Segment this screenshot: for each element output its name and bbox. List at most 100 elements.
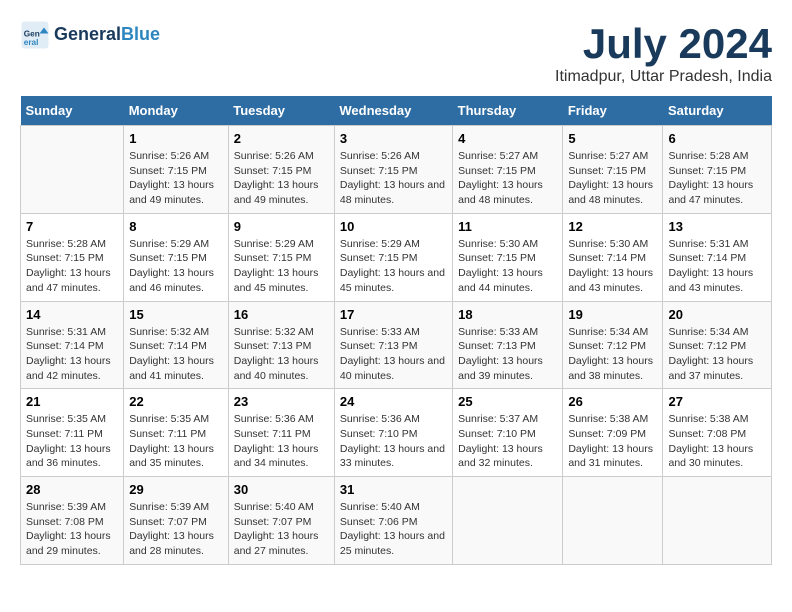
day-cell: 1 Sunrise: 5:26 AMSunset: 7:15 PMDaylight… [124, 126, 229, 214]
day-info: Sunrise: 5:28 AMSunset: 7:15 PMDaylight:… [668, 149, 766, 208]
day-cell: 28Sunrise: 5:39 AMSunset: 7:08 PMDayligh… [21, 477, 124, 565]
day-info: Sunrise: 5:29 AMSunset: 7:15 PMDaylight:… [234, 237, 329, 296]
day-number: 1 [129, 131, 223, 146]
day-number: 29 [129, 482, 223, 497]
day-cell [453, 477, 563, 565]
day-info: Sunrise: 5:32 AMSunset: 7:13 PMDaylight:… [234, 325, 329, 384]
week-row-1: 1 Sunrise: 5:26 AMSunset: 7:15 PMDaylight… [21, 126, 772, 214]
week-row-2: 7 Sunrise: 5:28 AMSunset: 7:15 PMDaylight… [21, 213, 772, 301]
day-cell: 12 Sunrise: 5:30 AMSunset: 7:14 PMDayligh… [563, 213, 663, 301]
day-cell: 10 Sunrise: 5:29 AMSunset: 7:15 PMDayligh… [334, 213, 452, 301]
day-cell: 3 Sunrise: 5:26 AMSunset: 7:15 PMDaylight… [334, 126, 452, 214]
day-info: Sunrise: 5:37 AMSunset: 7:10 PMDaylight:… [458, 412, 557, 471]
week-row-4: 21 Sunrise: 5:35 AMSunset: 7:11 PMDayligh… [21, 389, 772, 477]
day-number: 25 [458, 394, 557, 409]
day-cell: 25 Sunrise: 5:37 AMSunset: 7:10 PMDayligh… [453, 389, 563, 477]
day-info: Sunrise: 5:38 AMSunset: 7:09 PMDaylight:… [568, 412, 657, 471]
day-info: Sunrise: 5:38 AMSunset: 7:08 PMDaylight:… [668, 412, 766, 471]
day-number: 9 [234, 219, 329, 234]
header-cell-tuesday: Tuesday [228, 96, 334, 126]
day-number: 17 [340, 307, 447, 322]
day-number: 19 [568, 307, 657, 322]
day-cell: 19Sunrise: 5:34 AMSunset: 7:12 PMDayligh… [563, 301, 663, 389]
day-number: 2 [234, 131, 329, 146]
day-info: Sunrise: 5:26 AMSunset: 7:15 PMDaylight:… [234, 149, 329, 208]
day-cell [663, 477, 772, 565]
header-cell-monday: Monday [124, 96, 229, 126]
day-number: 12 [568, 219, 657, 234]
day-number: 22 [129, 394, 223, 409]
week-row-3: 14 Sunrise: 5:31 AMSunset: 7:14 PMDayligh… [21, 301, 772, 389]
subtitle: Itimadpur, Uttar Pradesh, India [555, 68, 772, 86]
day-info: Sunrise: 5:31 AMSunset: 7:14 PMDaylight:… [668, 237, 766, 296]
day-cell: 5 Sunrise: 5:27 AMSunset: 7:15 PMDaylight… [563, 126, 663, 214]
day-number: 20 [668, 307, 766, 322]
day-cell: 13 Sunrise: 5:31 AMSunset: 7:14 PMDayligh… [663, 213, 772, 301]
main-title: July 2024 [555, 20, 772, 68]
day-info: Sunrise: 5:26 AMSunset: 7:15 PMDaylight:… [129, 149, 223, 208]
header-cell-thursday: Thursday [453, 96, 563, 126]
day-cell: 30 Sunrise: 5:40 AMSunset: 7:07 PMDayligh… [228, 477, 334, 565]
day-cell: 6 Sunrise: 5:28 AMSunset: 7:15 PMDaylight… [663, 126, 772, 214]
day-cell: 4Sunrise: 5:27 AMSunset: 7:15 PMDaylight… [453, 126, 563, 214]
day-info: Sunrise: 5:35 AMSunset: 7:11 PMDaylight:… [129, 412, 223, 471]
day-cell: 23 Sunrise: 5:36 AMSunset: 7:11 PMDayligh… [228, 389, 334, 477]
logo-icon: Gen eral [20, 20, 50, 50]
day-info: Sunrise: 5:34 AMSunset: 7:12 PMDaylight:… [668, 325, 766, 384]
day-info: Sunrise: 5:39 AMSunset: 7:08 PMDaylight:… [26, 500, 118, 559]
day-number: 7 [26, 219, 118, 234]
calendar-body: 1 Sunrise: 5:26 AMSunset: 7:15 PMDaylight… [21, 126, 772, 565]
day-cell: 29 Sunrise: 5:39 AMSunset: 7:07 PMDayligh… [124, 477, 229, 565]
day-cell [21, 126, 124, 214]
logo: Gen eral GeneralBlue [20, 20, 160, 50]
day-info: Sunrise: 5:28 AMSunset: 7:15 PMDaylight:… [26, 237, 118, 296]
title-block: July 2024 Itimadpur, Uttar Pradesh, Indi… [555, 20, 772, 86]
day-cell: 7 Sunrise: 5:28 AMSunset: 7:15 PMDaylight… [21, 213, 124, 301]
day-info: Sunrise: 5:35 AMSunset: 7:11 PMDaylight:… [26, 412, 118, 471]
day-number: 30 [234, 482, 329, 497]
day-info: Sunrise: 5:36 AMSunset: 7:10 PMDaylight:… [340, 412, 447, 471]
day-info: Sunrise: 5:36 AMSunset: 7:11 PMDaylight:… [234, 412, 329, 471]
day-info: Sunrise: 5:31 AMSunset: 7:14 PMDaylight:… [26, 325, 118, 384]
day-info: Sunrise: 5:29 AMSunset: 7:15 PMDaylight:… [340, 237, 447, 296]
day-info: Sunrise: 5:26 AMSunset: 7:15 PMDaylight:… [340, 149, 447, 208]
header-cell-saturday: Saturday [663, 96, 772, 126]
day-cell: 16 Sunrise: 5:32 AMSunset: 7:13 PMDayligh… [228, 301, 334, 389]
day-cell: 31Sunrise: 5:40 AMSunset: 7:06 PMDayligh… [334, 477, 452, 565]
day-number: 18 [458, 307, 557, 322]
header-cell-friday: Friday [563, 96, 663, 126]
day-cell: 27Sunrise: 5:38 AMSunset: 7:08 PMDayligh… [663, 389, 772, 477]
day-number: 3 [340, 131, 447, 146]
day-number: 6 [668, 131, 766, 146]
day-cell: 20 Sunrise: 5:34 AMSunset: 7:12 PMDayligh… [663, 301, 772, 389]
day-info: Sunrise: 5:30 AMSunset: 7:14 PMDaylight:… [568, 237, 657, 296]
day-info: Sunrise: 5:33 AMSunset: 7:13 PMDaylight:… [340, 325, 447, 384]
day-info: Sunrise: 5:40 AMSunset: 7:07 PMDaylight:… [234, 500, 329, 559]
day-cell: 9 Sunrise: 5:29 AMSunset: 7:15 PMDaylight… [228, 213, 334, 301]
day-number: 16 [234, 307, 329, 322]
header-cell-sunday: Sunday [21, 96, 124, 126]
day-cell: 24Sunrise: 5:36 AMSunset: 7:10 PMDayligh… [334, 389, 452, 477]
day-number: 5 [568, 131, 657, 146]
day-info: Sunrise: 5:39 AMSunset: 7:07 PMDaylight:… [129, 500, 223, 559]
day-number: 11 [458, 219, 557, 234]
day-number: 15 [129, 307, 223, 322]
day-info: Sunrise: 5:32 AMSunset: 7:14 PMDaylight:… [129, 325, 223, 384]
day-number: 21 [26, 394, 118, 409]
day-number: 23 [234, 394, 329, 409]
day-number: 14 [26, 307, 118, 322]
header-row: SundayMondayTuesdayWednesdayThursdayFrid… [21, 96, 772, 126]
day-info: Sunrise: 5:27 AMSunset: 7:15 PMDaylight:… [568, 149, 657, 208]
week-row-5: 28Sunrise: 5:39 AMSunset: 7:08 PMDayligh… [21, 477, 772, 565]
day-number: 10 [340, 219, 447, 234]
day-info: Sunrise: 5:30 AMSunset: 7:15 PMDaylight:… [458, 237, 557, 296]
calendar-table: SundayMondayTuesdayWednesdayThursdayFrid… [20, 96, 772, 565]
day-number: 13 [668, 219, 766, 234]
day-cell: 15 Sunrise: 5:32 AMSunset: 7:14 PMDayligh… [124, 301, 229, 389]
day-cell [563, 477, 663, 565]
day-cell: 26Sunrise: 5:38 AMSunset: 7:09 PMDayligh… [563, 389, 663, 477]
day-cell: 22 Sunrise: 5:35 AMSunset: 7:11 PMDayligh… [124, 389, 229, 477]
day-cell: 21 Sunrise: 5:35 AMSunset: 7:11 PMDayligh… [21, 389, 124, 477]
day-number: 4 [458, 131, 557, 146]
day-cell: 18Sunrise: 5:33 AMSunset: 7:13 PMDayligh… [453, 301, 563, 389]
